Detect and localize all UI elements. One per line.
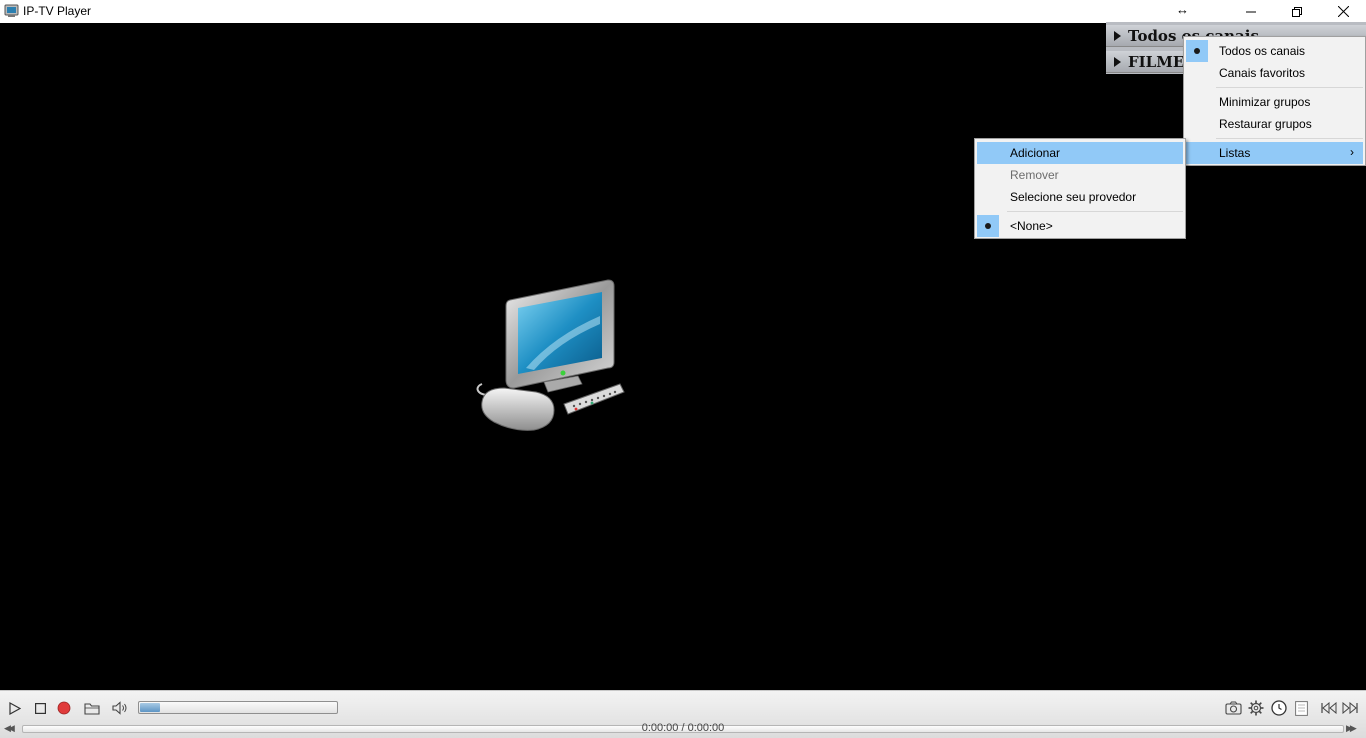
menu-item-listas[interactable]: Listas › [1186,142,1363,164]
time-display: 0:00:00 / 0:00:00 [641,722,725,734]
menu-item-label: Listas [1219,146,1251,160]
seek-row: ◀◀ 0:00:00 / 0:00:00 ▶▶ [0,721,1366,737]
channels-context-menu: Todos os canais Canais favoritos Minimiz… [1183,36,1366,166]
restore-icon [1292,6,1302,17]
volume-fill [140,703,160,712]
play-button[interactable] [5,699,25,717]
menu-separator [1007,211,1183,212]
title-bar: IP-TV Player ↔ [0,0,1366,23]
radio-check-icon [977,215,999,237]
menu-item-label: Todos os canais [1219,44,1306,58]
speaker-icon [112,701,127,715]
radio-check-icon [1186,40,1208,62]
stop-icon [34,702,46,714]
clock-icon [1271,700,1287,716]
player-controls-bar: ◀◀ 0:00:00 / 0:00:00 ▶▶ [0,690,1366,738]
menu-item-minimizar-grupos[interactable]: Minimizar grupos [1186,91,1363,113]
menu-item-none[interactable]: <None> [977,215,1183,237]
resize-arrows-icon[interactable]: ↔ [1176,2,1189,17]
open-file-button[interactable] [82,699,102,717]
stop-button[interactable] [30,699,50,717]
menu-item-todos-os-canais[interactable]: Todos os canais [1186,40,1363,62]
next-channel-icon [1342,702,1358,714]
next-channel-button[interactable] [1340,699,1360,717]
menu-item-canais-favoritos[interactable]: Canais favoritos [1186,62,1363,84]
menu-item-selecione-provedor[interactable]: Selecione seu provedor [977,186,1183,208]
tv-logo-illustration [476,279,625,431]
play-icon [9,701,21,715]
menu-item-label: Remover [1010,168,1059,182]
window-title: IP-TV Player [23,4,92,18]
volume-slider[interactable] [138,701,338,714]
menu-item-label: Selecione seu provedor [1010,190,1137,204]
close-button[interactable] [1320,0,1366,23]
record-icon [57,701,71,715]
mute-button[interactable] [110,699,130,717]
minimize-icon [1246,11,1256,12]
previous-channel-icon [1321,702,1337,714]
video-area[interactable] [0,23,1366,690]
menu-item-label: Minimizar grupos [1219,95,1311,109]
menu-item-label: <None> [1010,219,1053,233]
listas-submenu: Adicionar Remover Selecione seu provedor… [974,138,1186,239]
playlist-icon [1294,700,1308,716]
minimize-button[interactable] [1228,0,1274,23]
menu-item-remover: Remover [977,164,1183,186]
restore-button[interactable] [1274,0,1320,23]
camera-icon [1224,701,1242,715]
schedule-button[interactable] [1269,699,1289,717]
expand-triangle-icon [1114,56,1121,67]
open-folder-icon [84,702,100,715]
menu-item-label: Adicionar [1010,146,1061,160]
seek-forward-icon[interactable]: ▶▶ [1346,723,1357,734]
submenu-arrow-icon: › [1350,145,1354,159]
menu-separator [1216,87,1363,88]
record-button[interactable] [54,699,74,717]
menu-item-adicionar[interactable]: Adicionar [977,142,1183,164]
menu-item-label: Canais favoritos [1219,66,1306,80]
expand-triangle-icon [1114,30,1121,41]
screenshot-button[interactable] [1223,699,1243,717]
close-icon [1337,6,1349,17]
menu-item-restaurar-grupos[interactable]: Restaurar grupos [1186,113,1363,135]
playlist-button[interactable] [1291,699,1311,717]
tv-app-icon [4,4,19,17]
previous-channel-button[interactable] [1319,699,1339,717]
gear-icon [1248,700,1264,716]
menu-separator [1216,138,1363,139]
ip-tv-player-window: IP-TV Player ↔ Todos FILMES Todos os can… [0,0,1366,738]
settings-button[interactable] [1246,699,1266,717]
menu-item-label: Restaurar grupos [1219,117,1312,131]
